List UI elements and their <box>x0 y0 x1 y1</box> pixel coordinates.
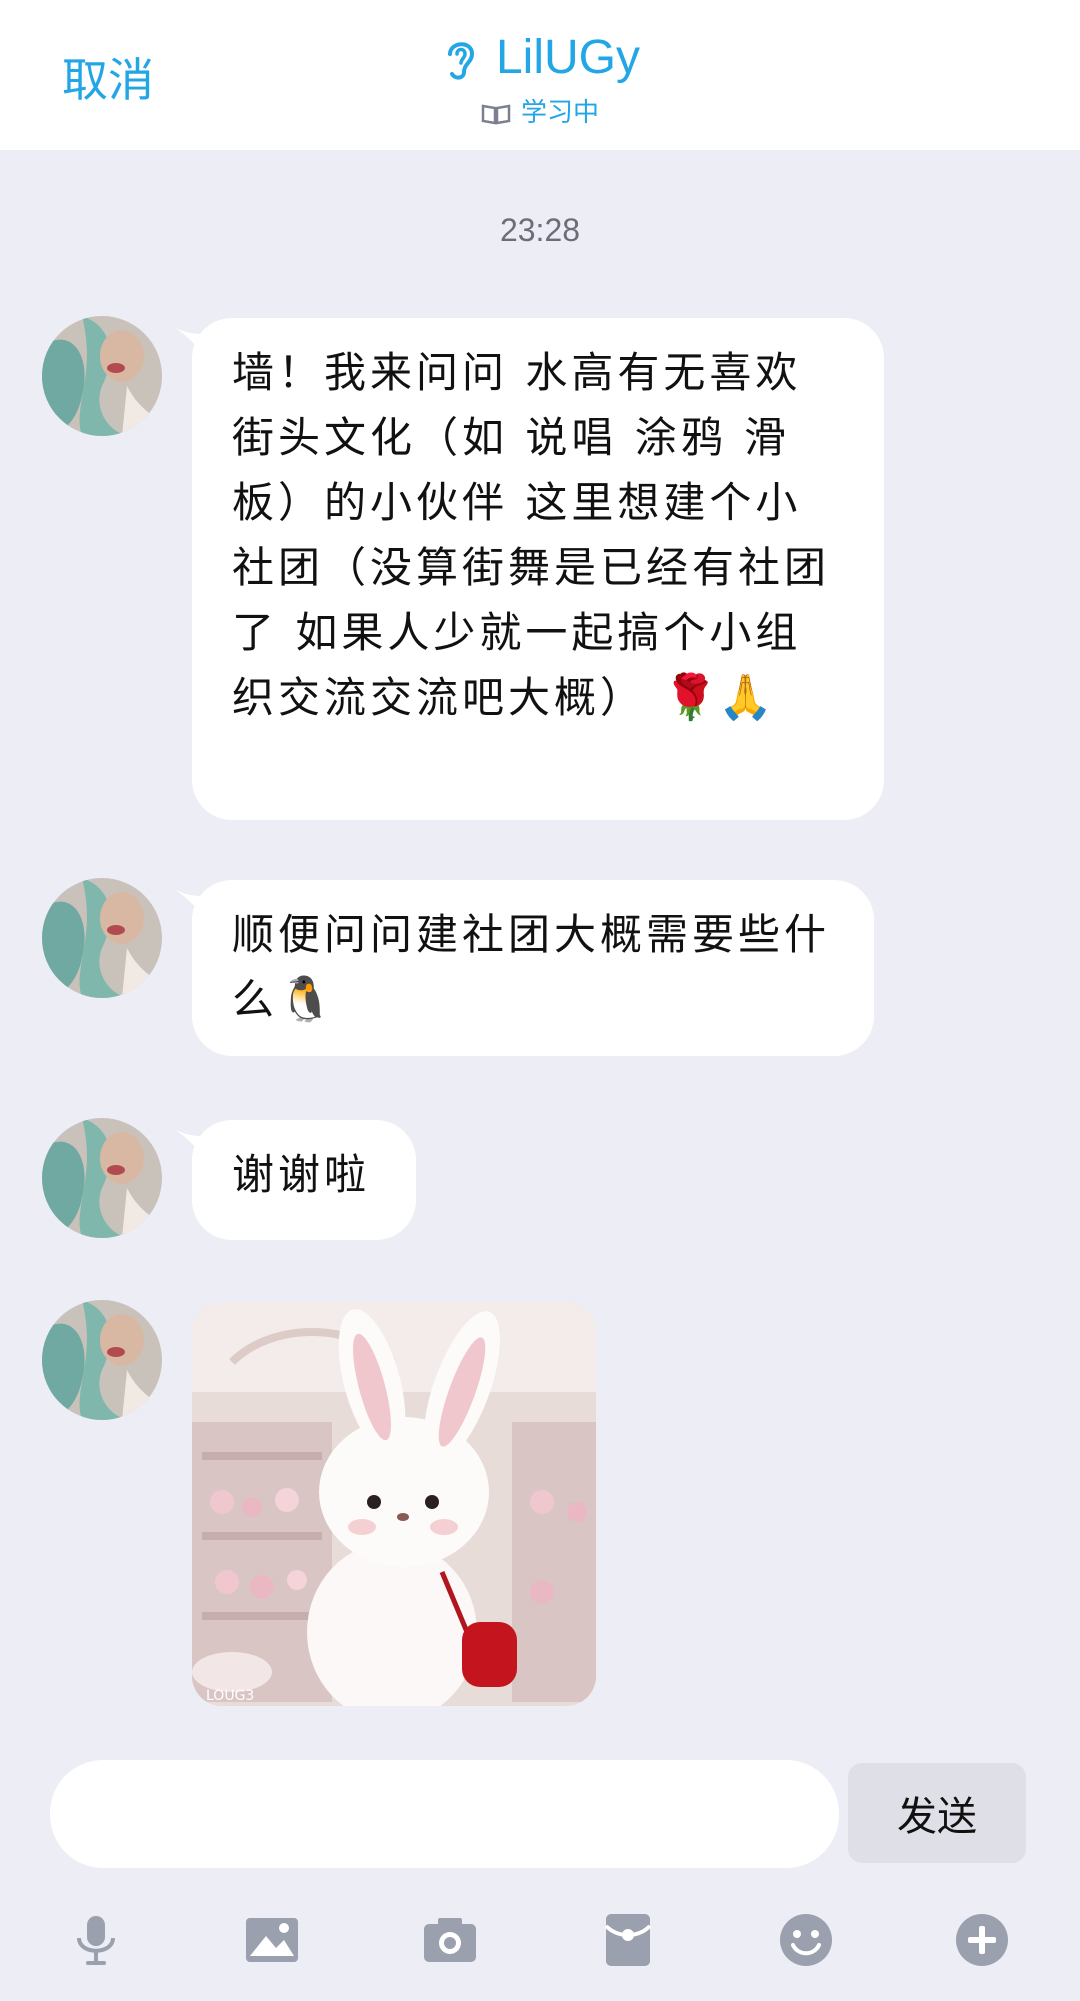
chat-title: LilUGy <box>495 31 641 84</box>
avatar[interactable] <box>42 1118 162 1238</box>
message-input[interactable] <box>50 1760 839 1868</box>
message-bubble[interactable]: 顺便问问建社团大概需要些什么🐧 <box>192 880 874 1056</box>
image-icon[interactable] <box>242 1910 302 1970</box>
message-bubble[interactable]: 墙！我来问问 水高有无喜欢街头文化（如 说唱 涂鸦 滑板）的小伙伴 这里想建个小… <box>192 318 884 820</box>
bunny-sticker-image[interactable]: LOUG3 <box>192 1302 596 1706</box>
chat-title-area: LilUGy <box>0 30 1080 86</box>
ear-icon <box>447 41 474 80</box>
emoji-icon[interactable] <box>776 1910 836 1970</box>
chat-header: 取消 LilUGy 学习中 <box>0 0 1080 150</box>
send-button[interactable]: 发送 <box>848 1763 1026 1863</box>
input-toolbar <box>0 1900 1080 1980</box>
avatar[interactable] <box>42 316 162 436</box>
camera-icon[interactable] <box>420 1910 480 1970</box>
status-text: 学习中 <box>520 98 599 128</box>
svg-text:LOUG3: LOUG3 <box>206 1688 254 1704</box>
message-bubble[interactable]: 谢谢啦 <box>192 1120 416 1240</box>
rose-pray-emoji: 🌹🙏 <box>663 672 773 723</box>
mic-icon[interactable] <box>66 1910 126 1970</box>
message-text: 顺便问问建社团大概需要些什么🐧 <box>192 880 874 1058</box>
message-text-3: 谢谢啦 <box>232 1150 371 1199</box>
message-text-1: 墙！我来问问 水高有无喜欢街头文化（如 说唱 涂鸦 滑板）的小伙伴 这里想建个小… <box>232 348 831 722</box>
status-line: 学习中 <box>0 92 1080 129</box>
avatar[interactable] <box>42 878 162 998</box>
message-timestamp: 23:28 <box>499 212 581 248</box>
book-icon <box>481 104 511 124</box>
penguin-emoji: 🐧 <box>278 974 333 1025</box>
avatar[interactable] <box>42 1300 162 1420</box>
red-packet-icon[interactable] <box>598 1910 658 1970</box>
message-text: 墙！我来问问 水高有无喜欢街头文化（如 说唱 涂鸦 滑板）的小伙伴 这里想建个小… <box>192 318 884 756</box>
plus-icon[interactable] <box>952 1910 1012 1970</box>
